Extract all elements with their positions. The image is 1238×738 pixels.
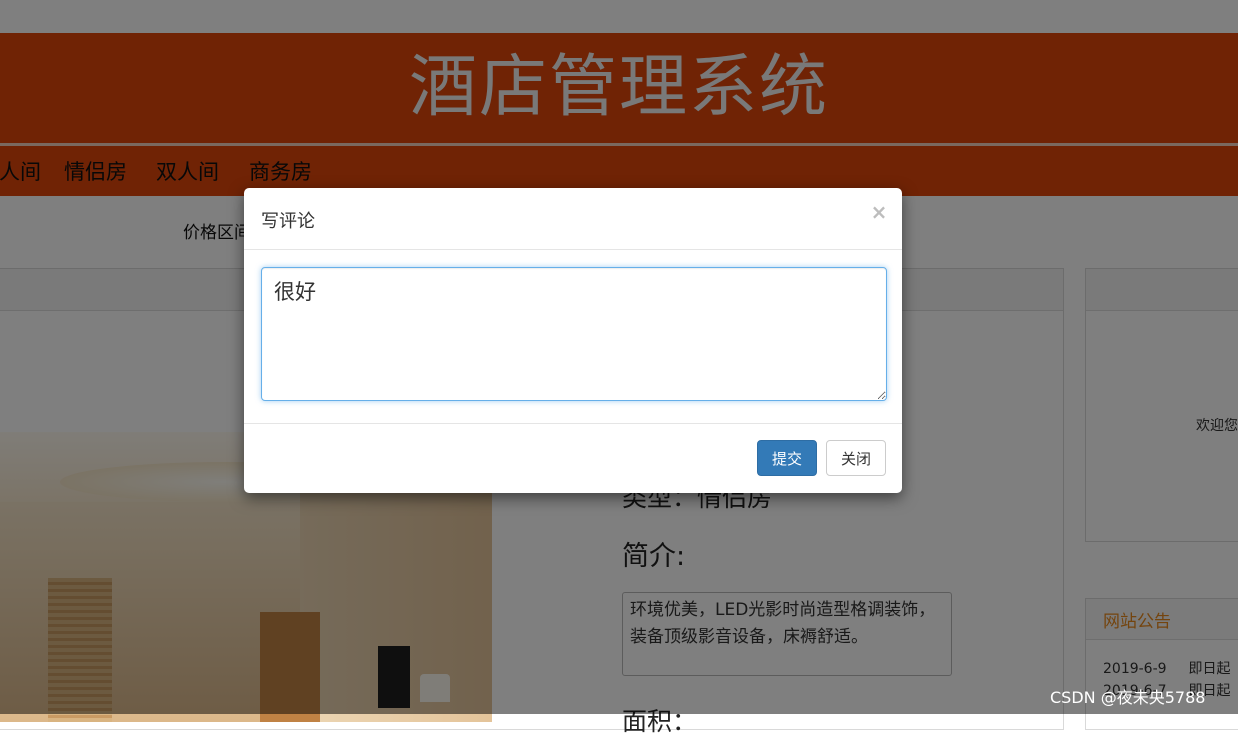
submit-button[interactable]: 提交 (757, 440, 817, 476)
watermark: CSDN @夜未央5788 (1050, 688, 1206, 707)
close-icon[interactable]: × (868, 200, 890, 224)
comment-textarea[interactable]: 很好 (261, 267, 887, 401)
close-button[interactable]: 关闭 (826, 440, 886, 476)
modal-header: 写评论 × (244, 188, 902, 250)
comment-modal: 写评论 × 很好 提交 关闭 (244, 188, 902, 493)
modal-body: 很好 (244, 250, 902, 423)
modal-title: 写评论 (261, 211, 315, 232)
modal-footer: 提交 关闭 (244, 423, 902, 494)
